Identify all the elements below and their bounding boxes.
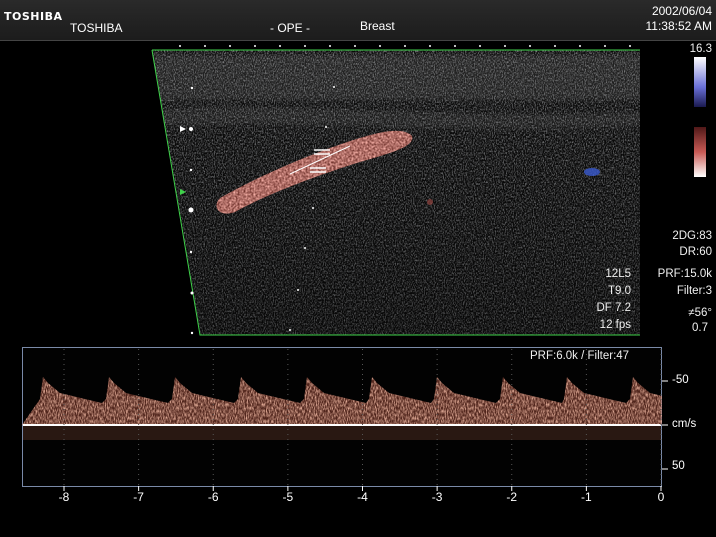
spectral-info-label: PRF:6.0k / Filter:47 [530,350,630,362]
frame-rate-label: 12 fps [599,319,631,331]
velocity-unit: cm/s [672,418,697,430]
gate-size-label: 0.7 [692,322,708,334]
dynamic-range-label: DR:60 [679,246,712,258]
velocity-scale-top: -50 [672,374,689,386]
spectral-mirror [23,426,661,440]
color-filter-label: Filter:3 [676,285,712,297]
color-scale-max: 16.3 [689,43,712,55]
tis-label: T9.0 [607,285,631,297]
color-velocity-bar [694,57,706,177]
velocity-ticks [662,380,668,470]
frequency-label: DF 7.2 [596,302,631,314]
velocity-scale-bottom: 50 [672,460,685,472]
gain-label: 2DG:83 [672,230,712,242]
lateral-scale-dots [179,45,631,47]
angle-label: ≠56° [688,307,712,319]
spectral-doppler-panel [22,347,662,487]
bmode-tissue [152,50,640,335]
probe-label: 12L5 [605,268,631,280]
color-prf-label: PRF:15.0k [657,268,712,280]
